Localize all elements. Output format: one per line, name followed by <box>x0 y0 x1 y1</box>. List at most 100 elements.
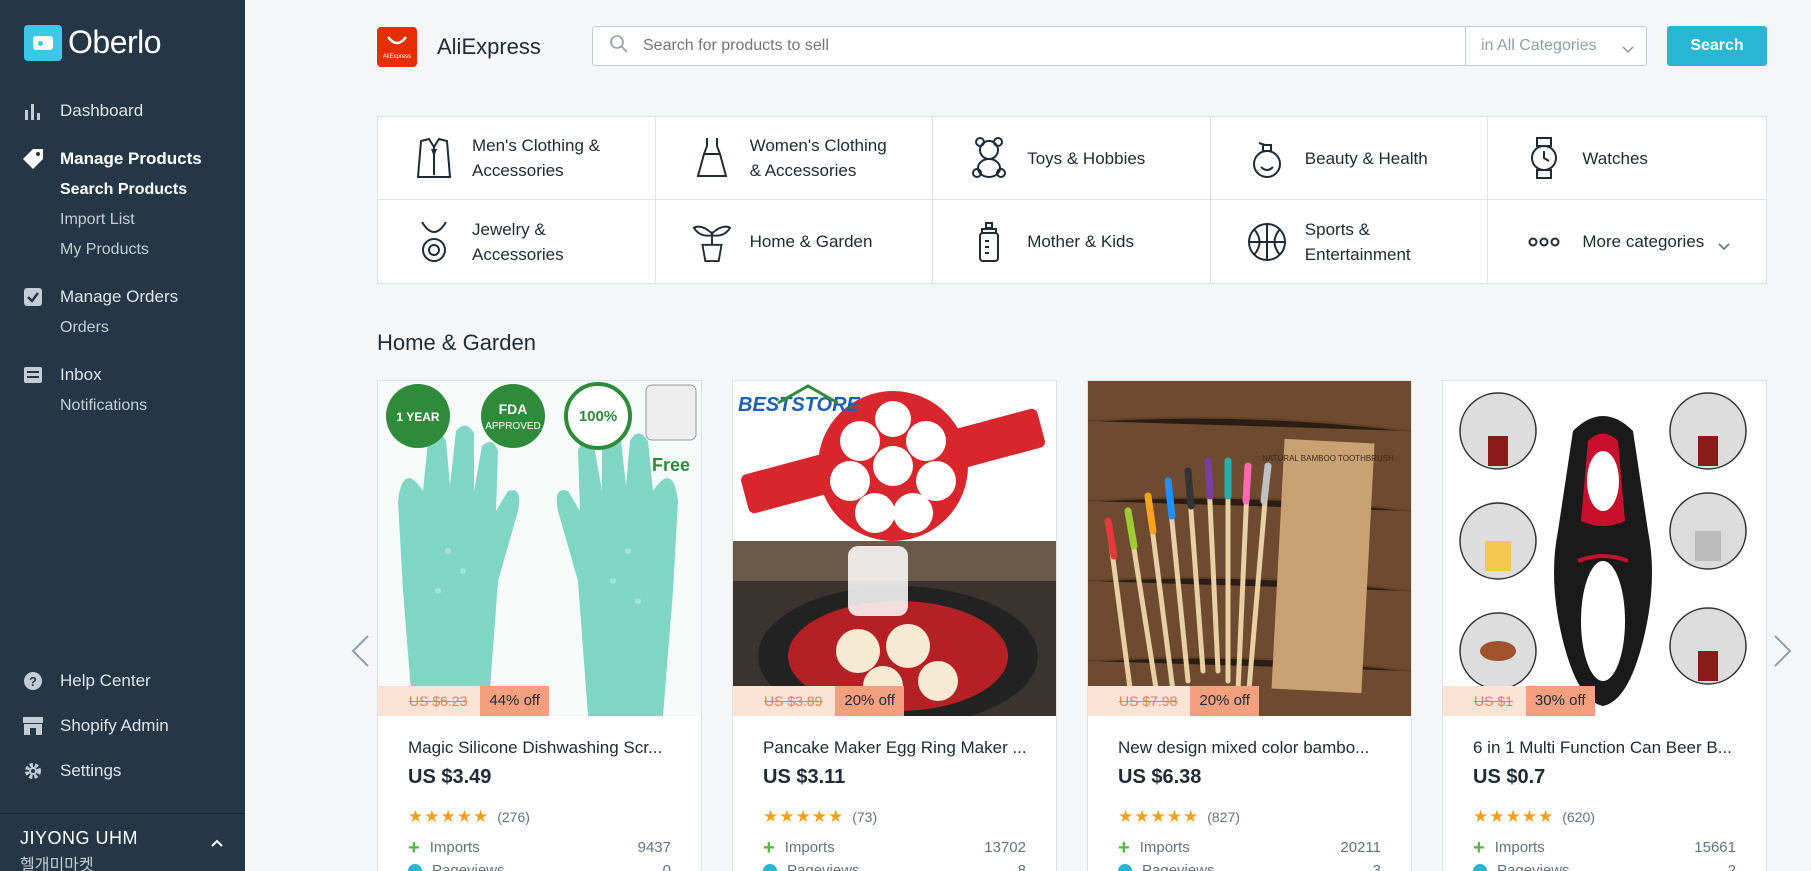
sidebar-item-label: Settings <box>60 760 122 780</box>
sidebar-item-label: Manage Products <box>60 149 202 168</box>
sidebar-item-my-products[interactable]: My Products <box>0 235 245 265</box>
pageviews-count: 3 <box>1372 862 1381 871</box>
product-card[interactable]: 1 YEAR FDA APPROVED 100% Free US $6.23 4… <box>377 380 702 871</box>
old-price: US $3.89 <box>733 686 836 716</box>
rating: ★★★★★ (827) <box>1118 807 1381 827</box>
pageviews-stat: Pageviews 8 <box>763 862 1026 871</box>
gear-icon <box>22 760 44 782</box>
product-price: US $3.49 <box>408 766 492 788</box>
rating: ★★★★★ (620) <box>1473 807 1736 827</box>
sidebar-item-orders[interactable]: Orders <box>0 313 245 343</box>
search-icon <box>609 34 629 59</box>
category-label: More categories <box>1582 232 1705 251</box>
search-input[interactable] <box>643 37 1443 55</box>
product-title[interactable]: Pancake Maker Egg Ring Maker ... <box>763 738 1026 758</box>
category-label: Jewelry & Accessories <box>472 219 564 264</box>
product-image[interactable]: US $1 30% off <box>1443 381 1766 716</box>
oberlo-logo[interactable]: Oberlo <box>24 24 162 61</box>
sidebar-item-manage-products[interactable]: Manage Products <box>0 143 245 175</box>
category-more[interactable]: More categories <box>1488 200 1766 283</box>
category-watches[interactable]: Watches <box>1488 117 1766 200</box>
category-label: Beauty & Health <box>1304 148 1428 168</box>
svg-text:?: ? <box>29 674 37 689</box>
product-title[interactable]: 6 in 1 Multi Function Can Beer B... <box>1473 738 1736 758</box>
discount-badge: 20% off <box>1190 686 1259 716</box>
product-image[interactable]: 1 YEAR FDA APPROVED 100% Free US $6.23 4… <box>378 381 701 716</box>
help-icon: ? <box>22 670 44 692</box>
product-title[interactable]: New design mixed color bambo... <box>1118 738 1381 758</box>
sidebar-item-import-list[interactable]: Import List <box>0 205 245 235</box>
carousel-prev-arrow-icon[interactable] <box>350 634 370 673</box>
search-bar[interactable] <box>592 26 1466 66</box>
plus-icon: + <box>1118 836 1130 859</box>
star-rating-icon: ★★★★★ <box>1473 807 1555 826</box>
pageviews-stat: Pageviews 0 <box>408 862 671 871</box>
category-mens-clothing[interactable]: Men's Clothing & Accessories <box>378 117 656 200</box>
pageviews-label: Pageviews <box>432 862 505 871</box>
aliexpress-logo: AliExpress <box>377 27 417 67</box>
imports-count: 13702 <box>984 839 1026 856</box>
svg-text:BESTSTORE: BESTSTORE <box>738 394 861 416</box>
imports-stat: + Imports 15661 <box>1473 836 1736 859</box>
product-card[interactable]: BESTSTORE US $3.89 20% off Pancake Maker… <box>732 380 1057 871</box>
sidebar-item-inbox[interactable]: Inbox <box>0 359 245 391</box>
product-price: US $3.11 <box>763 766 846 788</box>
sidebar-item-settings[interactable]: Settings <box>0 748 245 793</box>
carousel-next-arrow-icon[interactable] <box>1773 634 1793 673</box>
shirt-icon <box>414 136 454 180</box>
sidebar: Oberlo Dashboard Manage Products Search … <box>0 0 245 871</box>
product-price: US $0.7 <box>1473 766 1546 788</box>
category-label: Women's Clothing & Accessories <box>749 136 887 180</box>
store-name: 헬개미마켓 <box>20 857 94 871</box>
sidebar-item-shopify-admin[interactable]: Shopify Admin <box>0 703 245 748</box>
discount-badge: 20% off <box>835 686 904 716</box>
old-price: US $6.23 <box>378 686 481 716</box>
sidebar-item-notifications[interactable]: Notifications <box>0 391 245 421</box>
product-image[interactable]: BESTSTORE US $3.89 20% off <box>733 381 1056 716</box>
category-home-garden[interactable]: Home & Garden <box>656 200 934 283</box>
pageviews-label: Pageviews <box>1497 862 1570 871</box>
svg-text:FDA: FDA <box>499 401 528 417</box>
product-card[interactable]: NATURAL BAMBOO TOOTHBRUSH US $7.98 20% o… <box>1087 380 1412 871</box>
category-jewelry[interactable]: Jewelry & Accessories <box>378 200 656 283</box>
category-toys-hobbies[interactable]: Toys & Hobbies <box>933 117 1211 200</box>
inbox-icon <box>22 364 44 386</box>
sidebar-item-help-center[interactable]: ? Help Center <box>0 658 245 703</box>
eye-icon <box>1473 863 1487 871</box>
imports-count: 20211 <box>1340 839 1381 856</box>
watch-icon <box>1524 136 1564 180</box>
product-title[interactable]: Magic Silicone Dishwashing Scr... <box>408 738 671 758</box>
category-mother-kids[interactable]: Mother & Kids <box>933 200 1211 283</box>
review-count: (620) <box>1562 809 1595 825</box>
old-price: US $1 <box>1443 686 1526 716</box>
product-image[interactable]: NATURAL BAMBOO TOOTHBRUSH US $7.98 20% o… <box>1088 381 1411 716</box>
pageviews-count: 8 <box>1017 862 1026 871</box>
search-button[interactable]: Search <box>1667 26 1767 66</box>
teddy-bear-icon <box>969 136 1009 180</box>
imports-label: Imports <box>1139 839 1190 856</box>
category-beauty-health[interactable]: Beauty & Health <box>1210 117 1489 200</box>
pageviews-label: Pageviews <box>787 862 860 871</box>
category-select[interactable]: in All Categories <box>1465 26 1647 66</box>
imports-stat: + Imports 20211 <box>1118 836 1381 859</box>
category-label: Sports & Entertainment <box>1304 219 1411 264</box>
category-womens-clothing[interactable]: Women's Clothing & Accessories <box>655 117 934 200</box>
pageviews-stat: Pageviews 2 <box>1473 862 1736 871</box>
svg-text:NATURAL BAMBOO TOOTHBRUSH: NATURAL BAMBOO TOOTHBRUSH <box>1262 454 1394 463</box>
plus-icon: + <box>1473 836 1485 859</box>
category-grid: Men's Clothing & Accessories Women's Clo… <box>377 116 1767 284</box>
sidebar-item-label: Shopify Admin <box>60 715 169 735</box>
review-count: (827) <box>1207 809 1240 825</box>
pageviews-label: Pageviews <box>1142 862 1215 871</box>
user-menu[interactable]: JIYONG UHM 헬개미마켓 <box>0 813 245 871</box>
chevron-down-icon <box>1622 41 1634 59</box>
category-sports[interactable]: Sports & Entertainment <box>1211 200 1489 283</box>
review-count: (73) <box>852 809 878 825</box>
sidebar-item-manage-orders[interactable]: Manage Orders <box>0 281 245 313</box>
sidebar-item-dashboard[interactable]: Dashboard <box>0 95 245 127</box>
product-card[interactable]: US $1 30% off 6 in 1 Multi Function Can … <box>1442 380 1767 871</box>
price-tag: US $3.89 20% off <box>733 686 904 716</box>
bar-chart-icon <box>22 100 44 122</box>
sidebar-item-search-products[interactable]: Search Products <box>0 175 245 205</box>
discount-badge: 44% off <box>480 686 549 716</box>
